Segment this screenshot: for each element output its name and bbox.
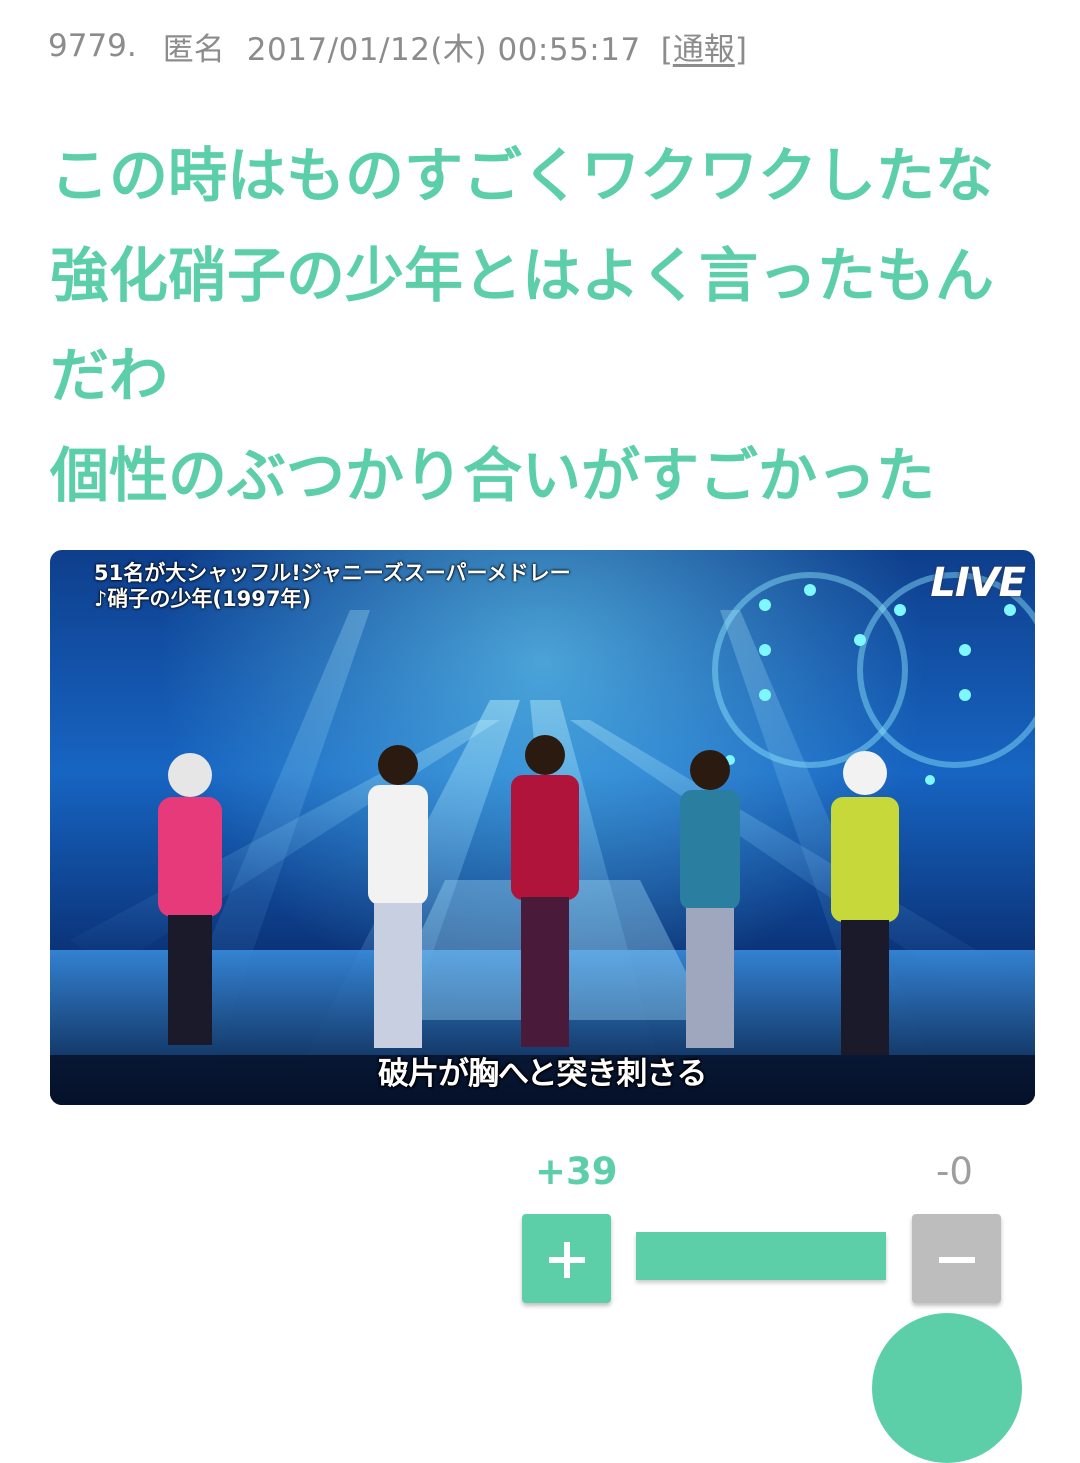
comment-photo[interactable]: 51名が大シャッフル!ジャニーズスーパーメドレー ♪硝子の少年(1997年) L…: [50, 550, 1035, 1105]
report-bracket-open: [: [660, 31, 673, 68]
comment-line: だわ: [50, 341, 169, 410]
report-link[interactable]: 通報: [673, 32, 735, 68]
comment-line: 個性のぶつかり合いがすごかった: [50, 441, 936, 510]
minus-icon: [937, 1224, 977, 1289]
report-bracket-close: ]: [734, 31, 747, 68]
comment-number: 9779.: [48, 28, 137, 64]
photo-caption-line: ♪硝子の少年(1997年): [94, 587, 312, 611]
photo-subtitle: 破片が胸へと突き刺さる: [378, 1056, 707, 1092]
photo-caption-line: 51名が大シャッフル!ジャニーズスーパーメドレー: [94, 561, 571, 585]
live-label: LIVE: [930, 560, 1026, 606]
plus-vote-count: +39: [535, 1150, 618, 1193]
vote-ratio-fill: [636, 1232, 886, 1280]
comment-line: 強化硝子の少年とはよく言ったもん: [50, 241, 995, 310]
comment-body: この時はものすごくワクワクしたな 強化硝子の少年とはよく言ったもん だわ 個性の…: [50, 126, 1040, 526]
comment-line: この時はものすごくワクワクしたな: [50, 141, 995, 210]
report-link-wrapper: [通報]: [661, 24, 747, 69]
floating-action-button[interactable]: [872, 1313, 1022, 1463]
comment-meta: 9779. 匿名 2017/01/12(木) 00:55:17 [通報]: [48, 22, 747, 70]
photo-caption: 51名が大シャッフル!ジャニーズスーパーメドレー ♪硝子の少年(1997年): [94, 560, 571, 612]
minus-vote-count: -0: [936, 1150, 973, 1193]
vote-ratio-bar: [636, 1232, 886, 1280]
comment-author: 匿名: [162, 31, 225, 68]
stage-scene-illustration: [50, 572, 1035, 1105]
plus-icon: [547, 1224, 587, 1289]
plus-vote-button[interactable]: [522, 1214, 611, 1303]
minus-vote-button[interactable]: [912, 1214, 1001, 1303]
comment-datetime: 2017/01/12(木) 00:55:17: [246, 31, 641, 68]
